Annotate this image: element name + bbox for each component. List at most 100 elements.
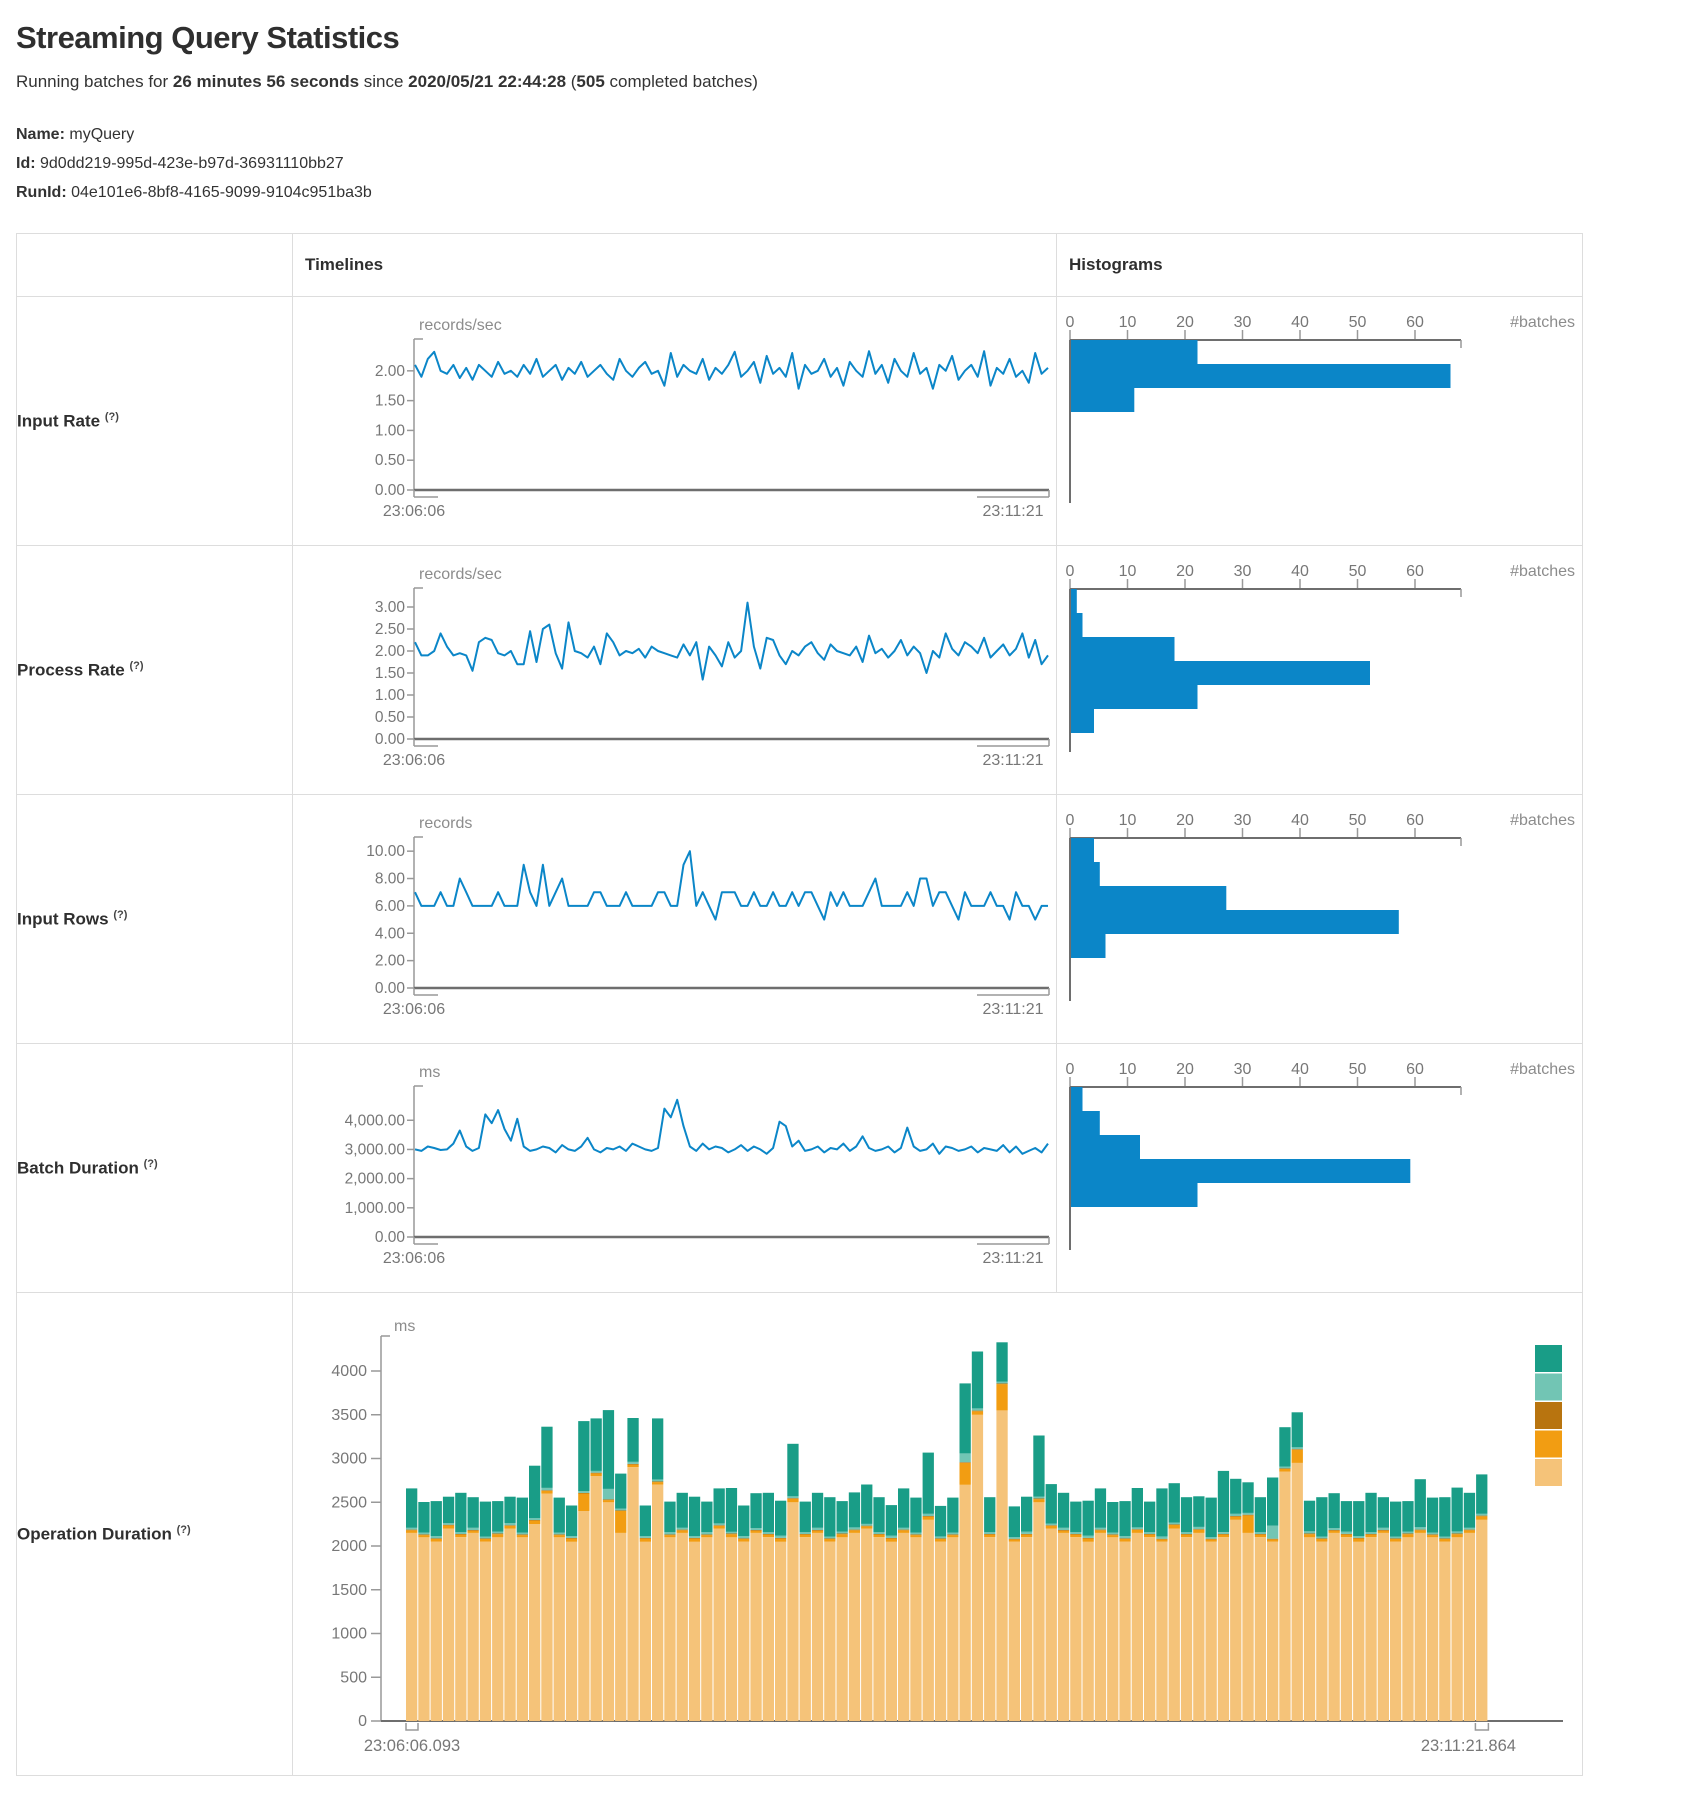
query-id-line: Id: 9d0dd219-995d-423e-b97d-36931110bb27 xyxy=(16,149,1693,178)
stacked-bar-segment xyxy=(664,1502,675,1533)
svg-text:records/sec: records/sec xyxy=(419,317,502,334)
svg-text:3500: 3500 xyxy=(331,1407,367,1424)
svg-text:60: 60 xyxy=(1406,812,1424,829)
stacked-bar-segment xyxy=(1353,1538,1364,1539)
stacked-bar-segment xyxy=(800,1535,811,1538)
stacked-bar-segment xyxy=(726,1537,737,1721)
stacked-bar-segment xyxy=(1476,1516,1487,1517)
query-name-line: Name: myQuery xyxy=(16,120,1693,149)
stacked-bar-segment xyxy=(1439,1497,1450,1536)
stacked-bar-segment xyxy=(1206,1539,1217,1541)
legend-swatch-2[interactable] xyxy=(1535,1374,1562,1401)
table-header-row: Timelines Histograms xyxy=(17,234,1583,297)
stacked-bar-segment xyxy=(1316,1537,1327,1539)
stacked-bar-segment xyxy=(1365,1535,1376,1538)
query-name-label: Name: xyxy=(16,126,65,143)
stacked-bar-segment xyxy=(849,1530,860,1533)
svg-text:6.00: 6.00 xyxy=(375,898,406,915)
stacked-bar-segment xyxy=(1365,1534,1376,1535)
stacked-bar-segment xyxy=(714,1523,725,1525)
help-icon[interactable]: (?) xyxy=(105,411,119,423)
svg-text:1.50: 1.50 xyxy=(375,665,406,682)
stacked-bar-segment xyxy=(1119,1536,1130,1538)
stacked-bar-segment xyxy=(1181,1532,1192,1534)
stacked-bar-segment xyxy=(763,1535,774,1538)
stacked-bar-segment xyxy=(935,1538,946,1539)
svg-text:20: 20 xyxy=(1176,563,1194,580)
stacked-bar-segment xyxy=(591,1476,602,1721)
legend-swatch-4[interactable] xyxy=(1535,1431,1562,1458)
stacked-bar-segment xyxy=(898,1528,909,1530)
stacked-bar-segment xyxy=(714,1488,725,1523)
histogram-bar xyxy=(1071,661,1370,685)
svg-text:4.00: 4.00 xyxy=(375,925,406,942)
stacked-bar-segment xyxy=(529,1521,540,1525)
stacked-bar-segment xyxy=(1267,1542,1278,1721)
stacked-bar-segment xyxy=(640,1539,651,1542)
stacked-bar-segment xyxy=(443,1525,454,1528)
help-icon[interactable]: (?) xyxy=(113,909,127,921)
stacked-bar-segment xyxy=(1292,1412,1303,1447)
stacked-bar-segment xyxy=(886,1536,897,1538)
legend-swatch-3[interactable] xyxy=(1535,1402,1562,1429)
stacked-bar-segment xyxy=(1206,1537,1217,1539)
stacked-bar-segment xyxy=(960,1383,971,1453)
help-icon[interactable]: (?) xyxy=(129,660,143,672)
query-id-value: 9d0dd219-995d-423e-b97d-36931110bb27 xyxy=(40,155,344,172)
stacked-bar-segment xyxy=(1083,1542,1094,1721)
stacked-bar-segment xyxy=(861,1529,872,1722)
svg-text:60: 60 xyxy=(1406,563,1424,580)
stacked-bar-segment xyxy=(1046,1484,1057,1523)
stacked-bar-segment xyxy=(1218,1471,1229,1532)
stacked-bar-segment xyxy=(1070,1532,1081,1534)
stacked-bar-segment xyxy=(1169,1523,1180,1525)
svg-text:#batches: #batches xyxy=(1510,812,1575,829)
stacked-bar-segment xyxy=(824,1497,835,1536)
svg-text:30: 30 xyxy=(1234,314,1252,331)
help-icon[interactable]: (?) xyxy=(144,1158,158,1170)
stacked-bar-segment xyxy=(1255,1497,1266,1532)
stacked-bar-segment xyxy=(812,1531,823,1533)
stacked-bar-segment xyxy=(1242,1515,1253,1533)
svg-text:4000: 4000 xyxy=(331,1363,367,1380)
stacked-bar-segment xyxy=(960,1453,971,1462)
stacked-bar-segment xyxy=(1046,1523,1057,1525)
stacked-bar-segment xyxy=(849,1530,860,1531)
stacked-bar-segment xyxy=(861,1526,872,1528)
stacked-bar-segment xyxy=(910,1498,921,1533)
stacked-bar-segment xyxy=(554,1498,565,1533)
stacked-bar-segment xyxy=(1316,1538,1327,1539)
stacked-bar-segment xyxy=(504,1497,515,1523)
svg-text:23:06:06: 23:06:06 xyxy=(383,1250,445,1267)
input-rate-histogram-chart: 0102030405060#batches xyxy=(1057,297,1582,545)
stacked-bar-segment xyxy=(480,1542,491,1721)
svg-text:2,000.00: 2,000.00 xyxy=(345,1171,406,1188)
help-icon[interactable]: (?) xyxy=(177,1524,191,1536)
stacked-bar-segment xyxy=(504,1526,515,1529)
stacked-bar-segment xyxy=(1476,1520,1487,1721)
stacked-bar-segment xyxy=(1415,1533,1426,1721)
histogram-bar xyxy=(1071,685,1198,709)
stacked-bar-segment xyxy=(468,1531,479,1533)
svg-text:0.50: 0.50 xyxy=(375,452,406,469)
stacked-bar-segment xyxy=(652,1481,663,1482)
stacked-bar-segment xyxy=(812,1533,823,1721)
stacked-bar-segment xyxy=(701,1534,712,1535)
stacked-bar-segment xyxy=(1181,1535,1192,1538)
stacked-bar-segment xyxy=(1427,1534,1438,1535)
svg-text:0: 0 xyxy=(1066,812,1075,829)
svg-text:23:06:06: 23:06:06 xyxy=(383,503,445,520)
stacked-bar-segment xyxy=(1329,1528,1340,1530)
legend-swatch-1[interactable] xyxy=(1535,1345,1562,1372)
stacked-bar-segment xyxy=(431,1539,442,1542)
stacked-bar-segment xyxy=(541,1494,552,1722)
stacked-bar-segment xyxy=(1341,1534,1352,1535)
stacked-bar-segment xyxy=(492,1537,503,1721)
stacked-bar-segment xyxy=(1292,1449,1303,1450)
legend-swatch-5[interactable] xyxy=(1535,1459,1562,1486)
svg-text:0.00: 0.00 xyxy=(375,980,406,997)
stacked-bar-segment xyxy=(1329,1531,1340,1533)
stacked-bar-segment xyxy=(873,1534,884,1535)
stacked-bar-segment xyxy=(1230,1514,1241,1516)
stacked-bar-segment xyxy=(1218,1537,1229,1721)
